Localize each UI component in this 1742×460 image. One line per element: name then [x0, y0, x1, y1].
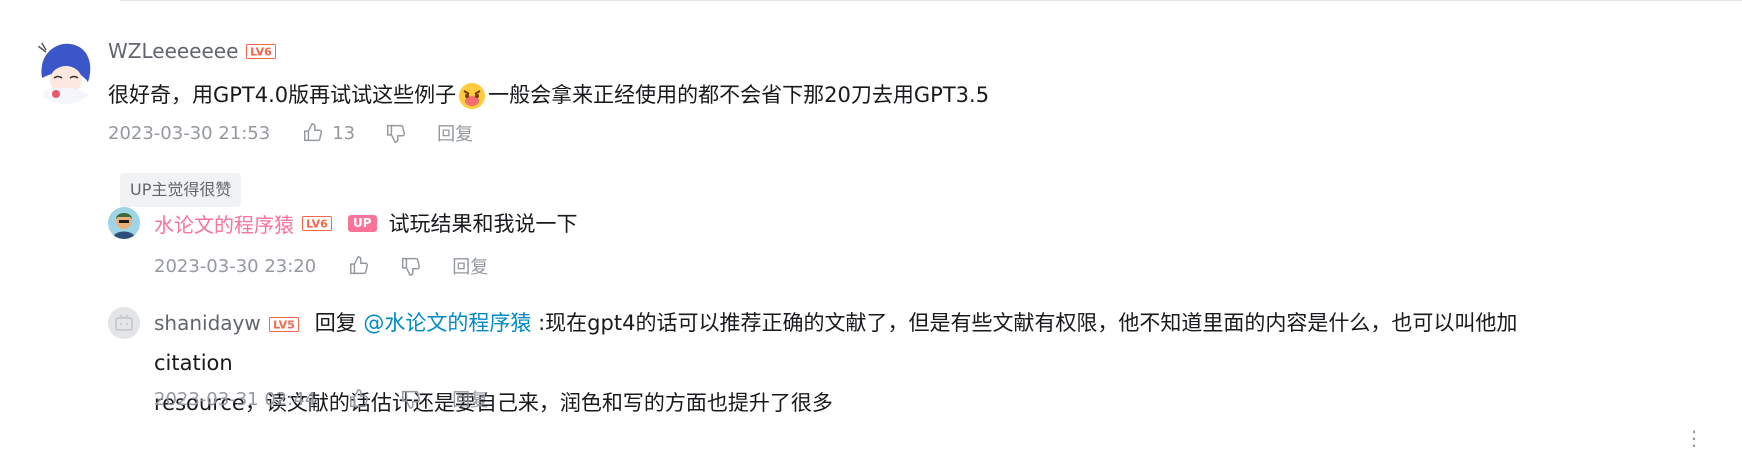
- reply-time: 2023-03-31 02:44: [154, 388, 317, 410]
- avatar[interactable]: [108, 207, 140, 239]
- mention-link[interactable]: @水论文的程序猿: [363, 311, 531, 335]
- level-badge-icon: LV6: [246, 43, 277, 59]
- username[interactable]: WZLeeeeeee: [108, 39, 238, 63]
- svg-text:LV6: LV6: [251, 45, 273, 58]
- level-badge-icon: LV6: [302, 215, 332, 231]
- level-badge-icon: LV5: [268, 316, 299, 332]
- username[interactable]: 水论文的程序猿: [154, 209, 294, 238]
- reply-button[interactable]: 回复: [437, 120, 473, 146]
- thumbs-down-icon: [387, 124, 406, 143]
- up-badge: UP: [348, 214, 377, 232]
- more-options-icon[interactable]: ⋮: [1684, 426, 1704, 450]
- svg-text:LV6: LV6: [306, 217, 328, 230]
- reply-button[interactable]: 回复: [452, 386, 488, 412]
- comment-text: 很好奇，用GPT4.0版再试试这些例子 一般会拿来正经使用的都不会省下那20刀去用…: [108, 79, 989, 111]
- dislike-button[interactable]: [400, 255, 422, 277]
- reply-prefix: 回复: [314, 311, 357, 335]
- thumbs-down-icon: [402, 390, 421, 409]
- thumbs-up-icon: [350, 256, 369, 275]
- thumbs-down-icon: [402, 257, 421, 276]
- username[interactable]: shanidayw: [154, 311, 261, 335]
- like-button[interactable]: 13: [302, 122, 355, 144]
- reply-time: 2023-03-30 23:20: [154, 255, 317, 277]
- like-button[interactable]: [348, 388, 370, 410]
- doge-face-emoji: [459, 83, 486, 109]
- svg-text:LV5: LV5: [273, 318, 295, 331]
- top-divider: [120, 0, 1742, 1]
- comment-time: 2023-03-30 21:53: [108, 122, 271, 144]
- avatar[interactable]: [30, 34, 100, 104]
- reply-text: 试玩结果和我说一下: [388, 212, 578, 236]
- up-liked-tag: UP主觉得很赞: [120, 173, 242, 207]
- dislike-button[interactable]: [385, 122, 407, 144]
- reply-text-line1: :现在gpt4的话可以推荐正确的文献了，但是有些文献有权限，他不知道里面的内容是…: [154, 311, 1518, 375]
- like-button[interactable]: [348, 255, 370, 277]
- thumbs-up-icon: [350, 389, 369, 408]
- dislike-button[interactable]: [400, 388, 422, 410]
- avatar[interactable]: [108, 307, 140, 339]
- reply-button[interactable]: 回复: [452, 253, 488, 279]
- thumbs-up-icon: [304, 123, 323, 142]
- like-count: 13: [332, 122, 356, 144]
